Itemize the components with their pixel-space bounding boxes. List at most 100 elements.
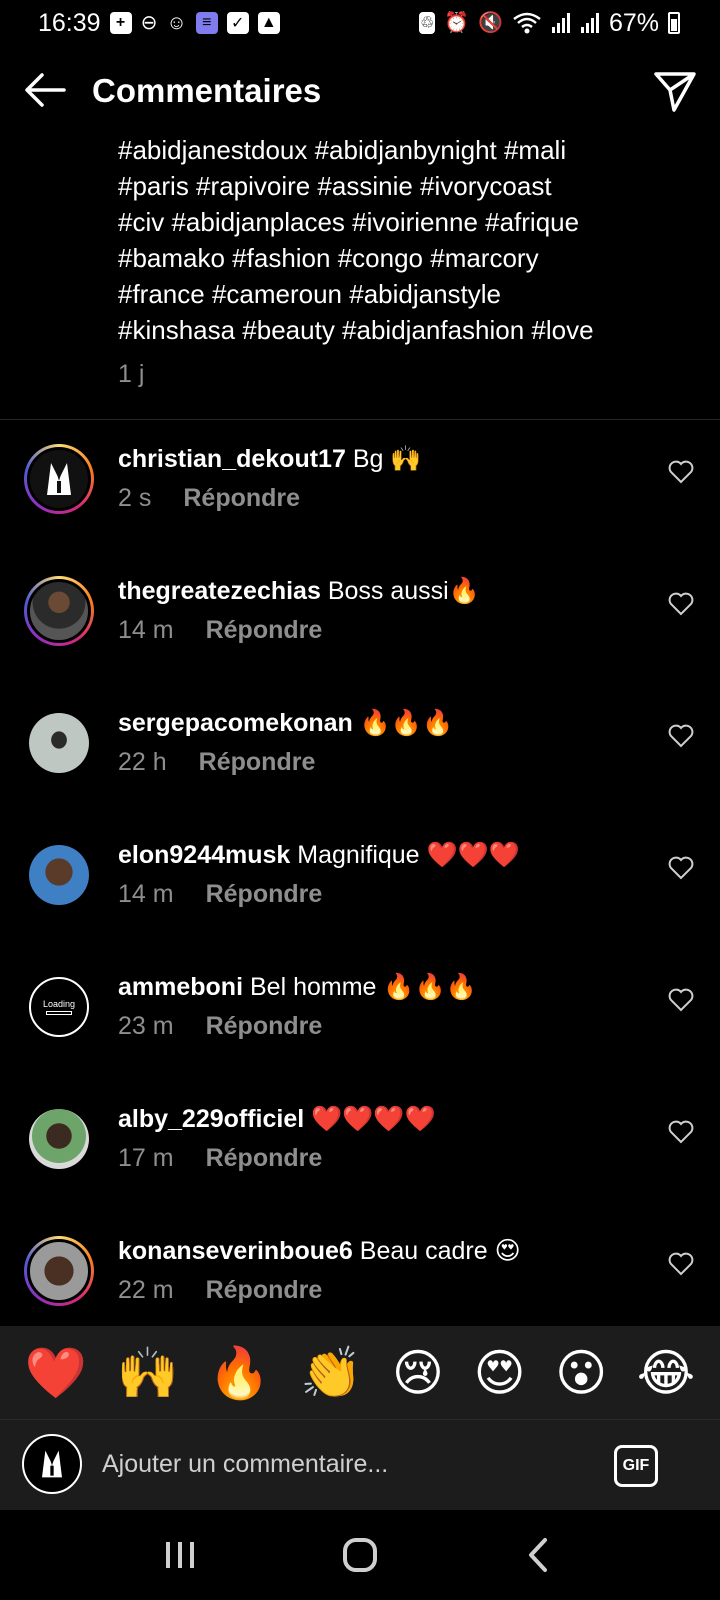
avatar[interactable] [24,576,94,646]
comment-time: 14 m [118,616,174,644]
recent-apps-icon[interactable] [155,1530,205,1580]
check-box-icon: ✓ [226,12,249,34]
comment-item: Loading ammeboni Bel homme 🔥🔥🔥 23 m Répo… [0,948,720,1083]
header: Commentaires [0,56,720,126]
caption-line: #bamako #fashion #congo #marcory [118,243,539,273]
heart-icon[interactable] [668,592,694,616]
mute-icon: 🔇 [478,12,503,34]
emoji-heart-eyes[interactable]: 😍 [474,1348,526,1398]
battery-icon [668,12,680,34]
alarm-icon: ⏰ [444,12,470,34]
comment-text: Bel homme 🔥🔥🔥 [249,973,477,1001]
comment-username[interactable]: ammeboni [118,973,243,1001]
battery-percent: 67% [608,8,659,37]
loading-bar-icon [46,1011,72,1015]
emoji-cry[interactable]: 😢 [392,1348,444,1398]
heart-icon[interactable] [668,460,694,484]
avatar-loading-text: Loading [42,999,76,1009]
send-icon[interactable] [652,68,698,114]
comment-item: elon9244musk Magnifique ❤️❤️❤️ 14 m Répo… [0,816,720,951]
back-arrow-icon[interactable] [22,70,68,110]
my-avatar [22,1434,82,1494]
comment-username[interactable]: alby_229officiel [118,1105,304,1133]
list-app-icon: ≡ [195,12,218,34]
avatar[interactable] [24,1104,94,1174]
comment-username[interactable]: sergepacomekonan [118,709,353,737]
headphones-icon: ☺ [166,12,187,34]
screen: 16:39 + ⊖ ☺ ≡ ✓ ▲ ♲ ⏰ 🔇 67% Commentaires… [0,0,720,1600]
reply-button[interactable]: Répondre [206,1276,323,1305]
heart-icon[interactable] [668,988,694,1012]
comment-time: 22 h [118,748,167,776]
comment-time: 22 m [118,1276,174,1304]
emoji-fire[interactable]: 🔥 [208,1348,270,1398]
comment-item: alby_229officiel ❤️❤️❤️❤️ 17 m Répondre [0,1080,720,1215]
comment-username[interactable]: thegreatezechias [118,577,321,605]
nfc-icon: ♲ [419,12,436,34]
home-icon[interactable] [335,1530,385,1580]
tuxedo-icon [42,1450,62,1478]
wifi-icon [513,12,541,34]
gif-button[interactable]: GIF [614,1445,658,1487]
emoji-clap[interactable]: 👏 [300,1348,362,1398]
caption-line: #civ #abidjanplaces #ivoirienne #afrique [118,207,580,237]
comment-time: 2 s [118,484,152,512]
comment-time: 23 m [118,1012,174,1040]
avatar[interactable] [24,1236,94,1306]
reply-button[interactable]: Répondre [183,484,300,513]
caption-line: #kinshasa #beauty #abidjanfashion #love [118,315,594,345]
plus-box-icon: + [109,12,132,34]
reply-button[interactable]: Répondre [206,880,323,909]
status-left: 16:39 + ⊖ ☺ ≡ ✓ ▲ [38,9,280,38]
minus-circle-icon: ⊖ [140,12,158,34]
heart-icon[interactable] [668,724,694,748]
avatar[interactable] [24,444,94,514]
comment-text: 🔥🔥🔥 [359,709,454,737]
emoji-quick-bar: ❤️ 🙌 🔥 👏 😢 😍 😮 😂 [0,1326,720,1420]
status-bar: 16:39 + ⊖ ☺ ≡ ✓ ▲ ♲ ⏰ 🔇 67% [0,0,720,46]
comment-item: christian_dekout17 Bg 🙌 2 s Répondre [0,420,720,555]
comment-text: ❤️❤️❤️❤️ [311,1105,436,1133]
caption-line: #abidjanestdoux #abidjanbynight #mali [118,135,567,165]
caption-line: #paris #rapivoire #assinie #ivorycoast [118,171,552,201]
comment-input[interactable] [102,1446,582,1482]
comment-username[interactable]: konanseverinboue6 [118,1237,353,1265]
caption-timestamp: 1 j [118,360,145,388]
comment-item: konanseverinboue6 Beau cadre 😍 22 m Répo… [0,1212,720,1324]
comment-username[interactable]: elon9244musk [118,841,290,869]
emoji-wow[interactable]: 😮 [555,1348,607,1398]
status-right: ♲ ⏰ 🔇 67% [419,9,680,38]
reply-button[interactable]: Répondre [206,1012,323,1041]
emoji-joy[interactable]: 😂 [637,1348,695,1398]
comment-text: Boss aussi🔥 [327,577,480,605]
comment-username[interactable]: christian_dekout17 [118,445,346,473]
page-title: Commentaires [92,72,322,109]
status-time: 16:39 [38,8,101,37]
reply-button[interactable]: Répondre [206,1144,323,1173]
caption-line: #france #cameroun #abidjanstyle [118,279,502,309]
comment-item: sergepacomekonan 🔥🔥🔥 22 h Répondre [0,684,720,819]
heart-icon[interactable] [668,1120,694,1144]
comment-time: 17 m [118,1144,174,1172]
avatar[interactable]: Loading [24,972,94,1042]
image-icon: ▲ [257,12,280,34]
signal-icon [551,13,570,33]
comment-item: thegreatezechias Boss aussi🔥 14 m Répond… [0,552,720,687]
heart-icon[interactable] [668,856,694,880]
tuxedo-icon [47,463,71,495]
comments-list[interactable]: christian_dekout17 Bg 🙌 2 s Répondre the… [0,420,720,1324]
back-icon[interactable] [515,1530,565,1580]
comment-time: 14 m [118,880,174,908]
reply-button[interactable]: Répondre [206,616,323,645]
comment-text: Beau cadre 😍 [359,1237,521,1265]
emoji-heart[interactable]: ❤️ [25,1348,87,1398]
avatar[interactable] [24,708,94,778]
system-nav-bar [0,1510,720,1600]
avatar[interactable] [24,840,94,910]
heart-icon[interactable] [668,1252,694,1276]
reply-button[interactable]: Répondre [199,748,316,777]
emoji-raised-hands[interactable]: 🙌 [117,1348,179,1398]
comment-input-bar: GIF [0,1420,720,1510]
signal-icon-2 [580,13,599,33]
comment-text: Bg 🙌 [352,445,422,473]
